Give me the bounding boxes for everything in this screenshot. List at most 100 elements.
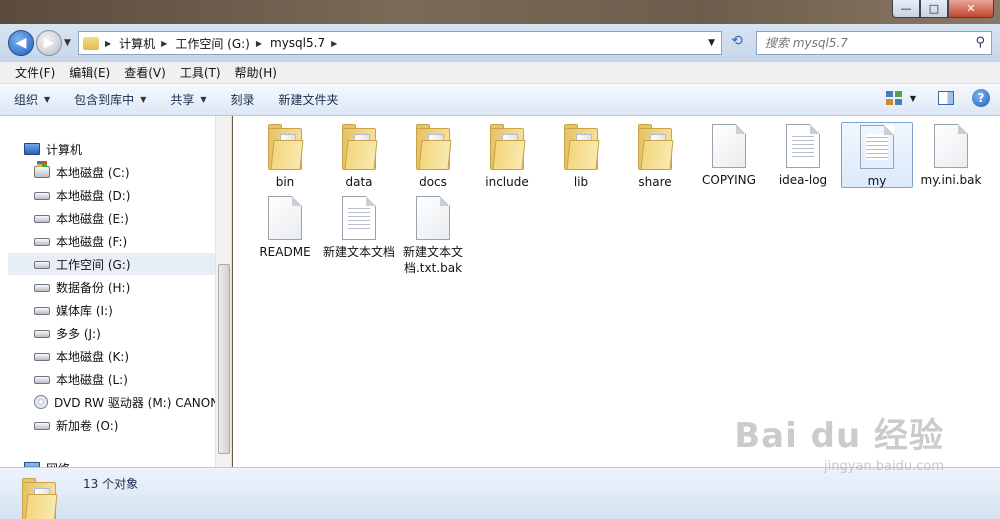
- file-name: my.ini.bak: [920, 173, 982, 187]
- folder-item[interactable]: docs: [397, 124, 469, 190]
- breadcrumb[interactable]: ▶ 计算机 ▶ 工作空间 (G:) ▶ mysql5.7 ▶ ▼: [78, 31, 722, 55]
- menu-view[interactable]: 查看(V): [117, 64, 173, 81]
- text-document-icon: [860, 125, 894, 169]
- nav-drive-item[interactable]: 本地磁盘 (F:): [8, 230, 224, 252]
- nav-drive-item[interactable]: 本地磁盘 (E:): [8, 207, 224, 229]
- drive-icon: [34, 330, 50, 338]
- menu-file[interactable]: 文件(F): [8, 64, 62, 81]
- nav-drive-item[interactable]: DVD RW 驱动器 (M:) CANON: [8, 391, 224, 413]
- folder-icon: [83, 36, 99, 50]
- details-pane: 13 个对象: [0, 467, 1000, 519]
- drive-icon: [34, 192, 50, 200]
- chevron-down-icon: ▼: [140, 95, 147, 104]
- breadcrumb-drive[interactable]: ▶ 工作空间 (G:): [161, 35, 250, 52]
- search-input[interactable]: [765, 36, 965, 50]
- view-options-dropdown[interactable]: ▼: [910, 94, 916, 103]
- file-name: lib: [573, 175, 589, 189]
- chevron-down-icon: ▼: [44, 95, 51, 104]
- nav-drive-item[interactable]: 本地磁盘 (D:): [8, 184, 224, 206]
- chevron-right-icon: ▶: [161, 38, 168, 48]
- watermark-brand: Bai du 经验: [734, 416, 944, 456]
- drive-icon: [34, 238, 50, 246]
- folder-icon: [342, 124, 378, 170]
- menu-bar: 文件(F) 编辑(E) 查看(V) 工具(T) 帮助(H): [0, 62, 1000, 84]
- windows-drive-icon: [34, 161, 50, 178]
- chevron-right-icon: ▶: [105, 38, 112, 48]
- drive-icon: [34, 307, 50, 315]
- address-dropdown-icon[interactable]: ▼: [708, 38, 715, 48]
- folder-item[interactable]: share: [619, 124, 691, 190]
- file-item[interactable]: 新建文本文档: [323, 196, 395, 260]
- nav-drive-item[interactable]: 媒体库 (I:): [8, 299, 224, 321]
- text-document-icon: [786, 124, 820, 168]
- nav-scrollbar[interactable]: [215, 116, 231, 467]
- share-button[interactable]: 共享 ▼: [170, 91, 206, 108]
- close-button[interactable]: ✕: [948, 0, 994, 18]
- minimize-button[interactable]: —: [892, 0, 920, 18]
- help-icon[interactable]: ?: [972, 89, 990, 107]
- file-name: README: [259, 245, 311, 259]
- drive-icon: [34, 376, 50, 384]
- breadcrumb-folder[interactable]: ▶ mysql5.7: [256, 36, 325, 50]
- nav-computer[interactable]: 计算机: [24, 138, 231, 160]
- organize-button[interactable]: 组织 ▼: [14, 91, 50, 108]
- text-document-icon: [342, 196, 376, 240]
- change-view-icon[interactable]: [885, 91, 902, 105]
- nav-drive-item[interactable]: 本地磁盘 (K:): [8, 345, 224, 367]
- file-item[interactable]: my: [841, 122, 913, 188]
- new-folder-button[interactable]: 新建文件夹: [279, 91, 339, 108]
- chevron-right-icon: ▶: [255, 38, 263, 48]
- document-icon: [934, 124, 968, 168]
- menu-help[interactable]: 帮助(H): [228, 64, 284, 81]
- menu-edit[interactable]: 编辑(E): [62, 64, 117, 81]
- file-item[interactable]: my.ini.bak: [915, 124, 987, 188]
- include-in-library-button[interactable]: 包含到库中 ▼: [74, 91, 146, 108]
- watermark-url: jingyan.baidu.com: [824, 459, 944, 474]
- file-name: 新建文本文档.txt.bak: [402, 245, 463, 275]
- breadcrumb-subfolder-dropdown[interactable]: ▶: [331, 39, 345, 48]
- file-name: include: [485, 175, 529, 189]
- folder-icon: [416, 124, 452, 170]
- refresh-icon[interactable]: ⟲: [726, 33, 748, 53]
- file-name: COPYING: [702, 173, 756, 187]
- folder-item[interactable]: bin: [249, 124, 321, 190]
- forward-button[interactable]: ▶: [36, 30, 62, 56]
- back-button[interactable]: ◀: [8, 30, 34, 56]
- nav-network[interactable]: 网络: [24, 457, 231, 467]
- document-icon: [268, 196, 302, 240]
- file-name: share: [638, 175, 672, 189]
- nav-drive-item[interactable]: 多多 (J:): [8, 322, 224, 344]
- folder-item[interactable]: lib: [545, 124, 617, 190]
- file-item[interactable]: README: [249, 196, 321, 260]
- dvd-drive-icon: [34, 395, 48, 409]
- folder-icon: [490, 124, 526, 170]
- nav-drive-item[interactable]: 工作空间 (G:): [8, 253, 224, 275]
- nav-drive-item[interactable]: 本地磁盘 (C:): [8, 161, 224, 183]
- folder-icon: [564, 124, 600, 170]
- maximize-button[interactable]: □: [920, 0, 948, 18]
- search-box[interactable]: ⚲: [756, 31, 992, 55]
- file-item[interactable]: COPYING: [693, 124, 765, 188]
- preview-pane-icon[interactable]: [938, 91, 954, 105]
- drive-icon: [34, 284, 50, 292]
- computer-icon: [24, 143, 40, 155]
- file-name: docs: [419, 175, 447, 189]
- document-icon: [416, 196, 450, 240]
- file-item[interactable]: 新建文本文档.txt.bak: [397, 196, 469, 276]
- nav-drive-item[interactable]: 新加卷 (O:): [8, 414, 224, 436]
- scrollbar-thumb[interactable]: [218, 264, 230, 454]
- nav-drive-item[interactable]: 数据备份 (H:): [8, 276, 224, 298]
- drive-icon: [34, 261, 50, 269]
- breadcrumb-computer[interactable]: ▶ 计算机: [105, 35, 155, 52]
- file-name: my: [867, 174, 887, 188]
- folder-item[interactable]: include: [471, 124, 543, 190]
- folder-item[interactable]: data: [323, 124, 395, 190]
- file-item[interactable]: idea-log: [767, 124, 839, 188]
- drive-icon: [34, 353, 50, 361]
- recent-pages-dropdown[interactable]: ▼: [64, 38, 76, 48]
- search-icon[interactable]: ⚲: [975, 35, 985, 50]
- menu-tools[interactable]: 工具(T): [173, 64, 228, 81]
- burn-button[interactable]: 刻录: [231, 91, 255, 108]
- document-icon: [712, 124, 746, 168]
- nav-drive-item[interactable]: 本地磁盘 (L:): [8, 368, 224, 390]
